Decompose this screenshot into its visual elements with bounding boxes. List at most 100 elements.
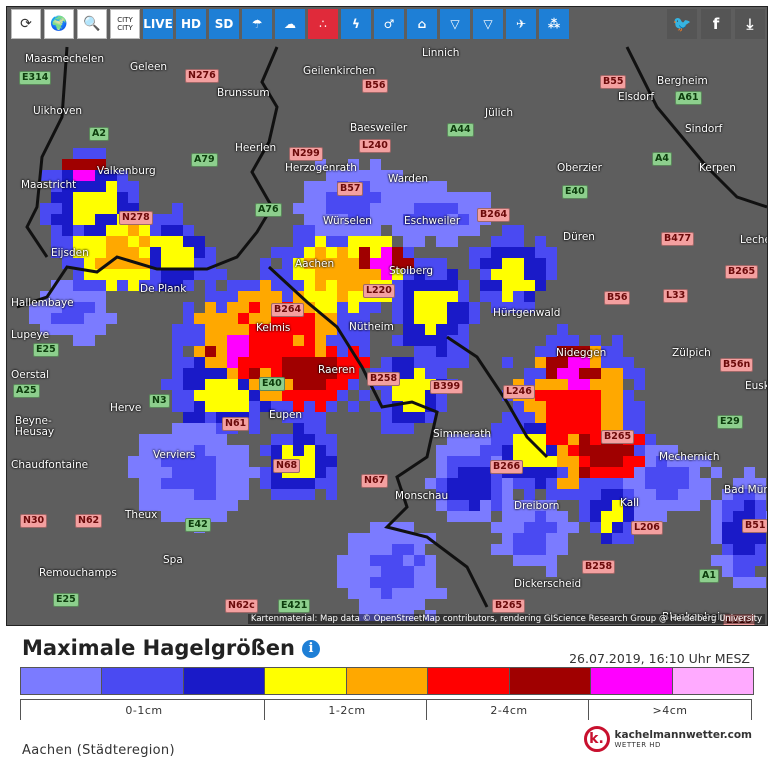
city-button[interactable]: CITY CITY bbox=[110, 9, 140, 39]
hail-cell bbox=[282, 291, 293, 302]
tornado-2-button[interactable]: ▽ bbox=[473, 9, 503, 39]
live-button[interactable]: LIVE bbox=[143, 9, 173, 39]
hail-cell bbox=[326, 203, 337, 214]
hail-cell bbox=[40, 214, 51, 225]
hail-cell bbox=[590, 445, 601, 456]
hail-cell bbox=[502, 445, 513, 456]
hail-cell bbox=[458, 313, 469, 324]
hail-cell bbox=[337, 379, 348, 390]
map-attribution[interactable]: Kartenmaterial: Map data © OpenStreetMap… bbox=[247, 614, 765, 624]
hail-cell bbox=[304, 357, 315, 368]
hail-cell bbox=[557, 445, 568, 456]
lightning-button[interactable]: ϟ bbox=[341, 9, 371, 39]
hail-cell bbox=[238, 445, 249, 456]
radar-sd-button[interactable]: SD bbox=[209, 9, 239, 39]
hail-cell bbox=[315, 269, 326, 280]
brand[interactable]: k. kachelmannwetter.com WETTER HD bbox=[583, 726, 752, 752]
hail-cell bbox=[557, 335, 568, 346]
lightning-icon: ϟ bbox=[352, 17, 360, 31]
hail-cell bbox=[205, 401, 216, 412]
hail-cell bbox=[634, 412, 645, 423]
legend-label-1-2: 1-2cm bbox=[328, 704, 366, 717]
hail-cell bbox=[117, 192, 128, 203]
hail-cell bbox=[568, 478, 579, 489]
road-label: B56n bbox=[720, 358, 754, 372]
hail-cell bbox=[293, 357, 304, 368]
hail-cell bbox=[612, 368, 623, 379]
road-label: N68 bbox=[273, 459, 301, 473]
hail-cell bbox=[238, 346, 249, 357]
hail-cell bbox=[172, 478, 183, 489]
city-icon: CITY CITY bbox=[117, 16, 133, 32]
place-label: Kerpen bbox=[699, 162, 736, 174]
hail-cell bbox=[183, 302, 194, 313]
hail-cell bbox=[282, 489, 293, 500]
place-label: Eijsden bbox=[51, 247, 89, 259]
hail-cell bbox=[139, 445, 150, 456]
rain-accum-button[interactable]: ☂ bbox=[242, 9, 272, 39]
hail-cell bbox=[227, 324, 238, 335]
cloud-rain-button[interactable]: ☁ bbox=[275, 9, 305, 39]
globe-button[interactable]: 🌍 bbox=[44, 9, 74, 39]
hail-cell bbox=[84, 291, 95, 302]
hail-cell bbox=[524, 555, 535, 566]
hail-cell bbox=[557, 412, 568, 423]
hail-cell bbox=[381, 588, 392, 599]
hail-cell bbox=[106, 280, 117, 291]
hail-cell bbox=[502, 291, 513, 302]
hail-cell bbox=[183, 313, 194, 324]
hail-cell bbox=[84, 225, 95, 236]
hail-map[interactable]: Maasmechelen Geleen Geilenkirchen Linnich Be… bbox=[6, 6, 768, 626]
hail-cell bbox=[139, 478, 150, 489]
hail-cell bbox=[425, 324, 436, 335]
satellite-button[interactable]: ✈ bbox=[506, 9, 536, 39]
hail-cell bbox=[370, 302, 381, 313]
hail-cell bbox=[513, 236, 524, 247]
hail-cell bbox=[722, 533, 733, 544]
hail-cell bbox=[524, 489, 535, 500]
hail-cell bbox=[392, 599, 403, 610]
hail-cell bbox=[227, 401, 238, 412]
hail-cell bbox=[304, 203, 315, 214]
home-button[interactable]: ⌂ bbox=[407, 9, 437, 39]
road-label: N67 bbox=[361, 474, 389, 488]
hail-cell bbox=[139, 456, 150, 467]
hail-cell bbox=[315, 203, 326, 214]
zoom-button[interactable]: 🔍 bbox=[77, 9, 107, 39]
male-storm-button[interactable]: ♂ bbox=[374, 9, 404, 39]
hail-cell bbox=[425, 555, 436, 566]
hail-cell bbox=[304, 225, 315, 236]
hail-cell bbox=[172, 489, 183, 500]
radar-hd-button[interactable]: HD bbox=[176, 9, 206, 39]
hail-cell bbox=[326, 467, 337, 478]
hail-cell bbox=[194, 467, 205, 478]
hail-cell bbox=[711, 522, 722, 533]
tornado-1-button[interactable]: ▽ bbox=[440, 9, 470, 39]
hail-cell bbox=[315, 478, 326, 489]
house-icon: ⌂ bbox=[417, 17, 427, 31]
hail-cell bbox=[238, 379, 249, 390]
hail-cell bbox=[447, 467, 458, 478]
legend-swatch-7 bbox=[591, 668, 673, 694]
refresh-button[interactable]: ⟳ bbox=[11, 9, 41, 39]
hail-cell bbox=[458, 357, 469, 368]
stations-button[interactable]: ⁂ bbox=[539, 9, 569, 39]
hail-cell bbox=[458, 324, 469, 335]
road-label: A4 bbox=[652, 152, 672, 166]
hail-cell bbox=[403, 192, 414, 203]
hail-cell bbox=[238, 368, 249, 379]
hail-cell bbox=[161, 467, 172, 478]
storm-icon: ♂ bbox=[383, 17, 395, 31]
hail-cell bbox=[282, 247, 293, 258]
hail-cell bbox=[458, 511, 469, 522]
hail-cell bbox=[392, 203, 403, 214]
info-icon[interactable]: i bbox=[302, 640, 320, 658]
hail-cell bbox=[84, 192, 95, 203]
hail-cell bbox=[205, 412, 216, 423]
hail-cell bbox=[293, 368, 304, 379]
hail-cell bbox=[546, 412, 557, 423]
hail-cell bbox=[535, 533, 546, 544]
hail-cell bbox=[568, 434, 579, 445]
hail-button[interactable]: ∴ bbox=[308, 9, 338, 39]
hail-cell bbox=[271, 445, 282, 456]
